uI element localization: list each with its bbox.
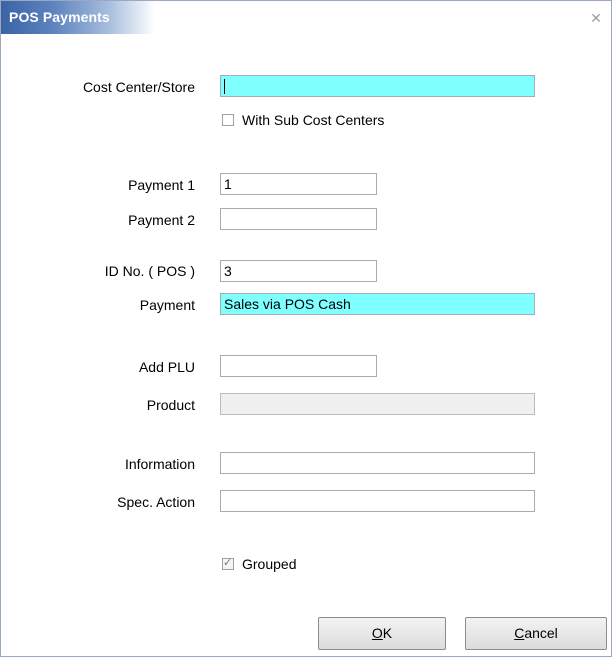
with-sub-cost-centers-label: With Sub Cost Centers: [242, 112, 385, 128]
payment1-label: Payment 1: [128, 177, 195, 193]
close-icon[interactable]: ✕: [589, 11, 603, 25]
product-label: Product: [146, 397, 195, 413]
add-plu-input[interactable]: [220, 355, 377, 377]
cost-center-label: Cost Center/Store: [82, 79, 195, 95]
payment-label: Payment: [139, 297, 195, 313]
with-sub-cost-centers-box[interactable]: [222, 114, 234, 126]
payment-input[interactable]: Sales via POS Cash: [220, 293, 535, 315]
spec-action-label: Spec. Action: [117, 494, 195, 510]
information-input[interactable]: [220, 452, 535, 474]
with-sub-cost-centers-checkbox[interactable]: With Sub Cost Centers: [222, 112, 384, 128]
product-input: [220, 393, 535, 415]
ok-mnemonic: O: [371, 625, 383, 641]
grouped-label: Grouped: [242, 556, 297, 572]
spec-action-input[interactable]: [220, 490, 535, 512]
title-bar[interactable]: POS Payments ✕: [1, 1, 611, 34]
pos-payments-dialog: POS Payments ✕ Cost Center/Store With Su…: [0, 0, 612, 657]
id-no-input[interactable]: 3: [220, 260, 377, 282]
cancel-mnemonic: C: [514, 625, 525, 641]
information-label: Information: [124, 456, 195, 472]
payment1-input[interactable]: 1: [220, 173, 377, 195]
grouped-checkbox[interactable]: Grouped: [222, 556, 296, 572]
payment2-input[interactable]: [220, 208, 377, 230]
ok-button[interactable]: OK: [318, 617, 446, 650]
window-title: POS Payments: [9, 9, 110, 25]
cancel-button[interactable]: Cancel: [465, 617, 607, 650]
id-no-label: ID No. ( POS ): [104, 263, 195, 279]
cost-center-input[interactable]: [220, 75, 535, 97]
cancel-label-rest: ancel: [524, 625, 558, 641]
text-cursor: [224, 78, 225, 94]
ok-label-rest: K: [382, 625, 393, 641]
payment2-label: Payment 2: [128, 212, 195, 228]
grouped-box[interactable]: [222, 556, 234, 570]
add-plu-label: Add PLU: [138, 359, 195, 375]
